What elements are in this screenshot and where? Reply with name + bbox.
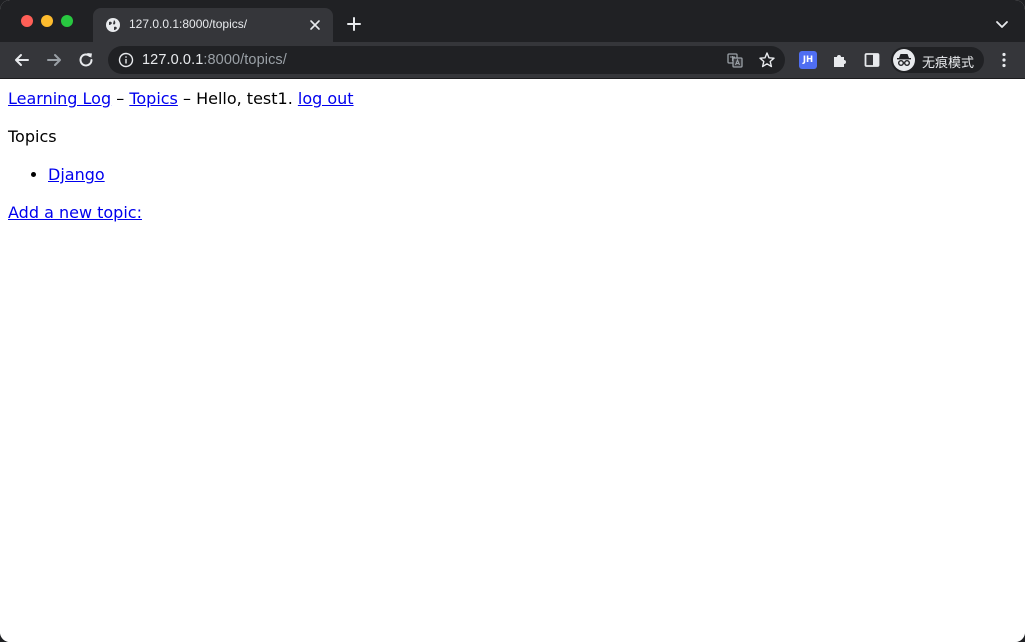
url-path: :8000/topics/ (203, 52, 287, 68)
star-icon[interactable] (758, 51, 776, 69)
puzzle-icon[interactable] (830, 50, 850, 70)
url-host: 127.0.0.1 (142, 52, 204, 68)
globe-icon (106, 18, 120, 32)
side-panel-icon[interactable] (862, 50, 882, 70)
add-topic-link[interactable]: Add a new topic: (8, 203, 142, 222)
page-title: Topics (8, 127, 57, 146)
address-bar[interactable]: 127.0.0.1:8000/topics/ (108, 46, 785, 74)
back-arrow-icon[interactable] (12, 50, 32, 70)
topic-list: Django (0, 165, 105, 184)
translate-icon[interactable] (726, 51, 744, 69)
tab-title: 127.0.0.1:8000/topics/ (129, 17, 248, 31)
site-nav: Learning Log – Topics – Hello, test1. lo… (8, 89, 354, 108)
reload-icon[interactable] (76, 50, 96, 70)
list-item: Django (48, 165, 105, 184)
extension-jh-icon[interactable]: JH (799, 51, 817, 69)
browser-toolbar: 127.0.0.1:8000/topics/ JH 无痕模式 (0, 42, 1025, 79)
nav-separator: – (116, 89, 125, 108)
url-text[interactable]: 127.0.0.1:8000/topics/ (142, 52, 287, 68)
nav-separator: – (182, 89, 191, 108)
chevron-down-icon[interactable] (994, 16, 1010, 32)
browser-window: 127.0.0.1:8000/topics/ 127.0.0.1:8000/to… (0, 0, 1025, 642)
user-greeting: Hello, test1. (196, 89, 293, 108)
more-menu-icon[interactable] (994, 50, 1014, 70)
window-close-button[interactable] (21, 15, 33, 27)
tab-strip: 127.0.0.1:8000/topics/ (0, 0, 1025, 42)
page-content: Learning Log – Topics – Hello, test1. lo… (0, 79, 1025, 642)
topic-link-django[interactable]: Django (48, 165, 105, 184)
new-tab-button[interactable] (344, 14, 364, 34)
home-link[interactable]: Learning Log (8, 89, 111, 108)
incognito-profile-button[interactable]: 无痕模式 (891, 47, 984, 73)
logout-link[interactable]: log out (298, 89, 354, 108)
tab-topics[interactable]: 127.0.0.1:8000/topics/ (93, 8, 333, 42)
incognito-icon (893, 49, 915, 71)
topics-link[interactable]: Topics (129, 89, 178, 108)
incognito-label: 无痕模式 (922, 56, 975, 71)
window-maximize-button[interactable] (61, 15, 73, 27)
info-icon[interactable] (118, 52, 134, 68)
forward-arrow-icon[interactable] (44, 50, 64, 70)
close-icon[interactable] (307, 17, 323, 33)
window-minimize-button[interactable] (41, 15, 53, 27)
